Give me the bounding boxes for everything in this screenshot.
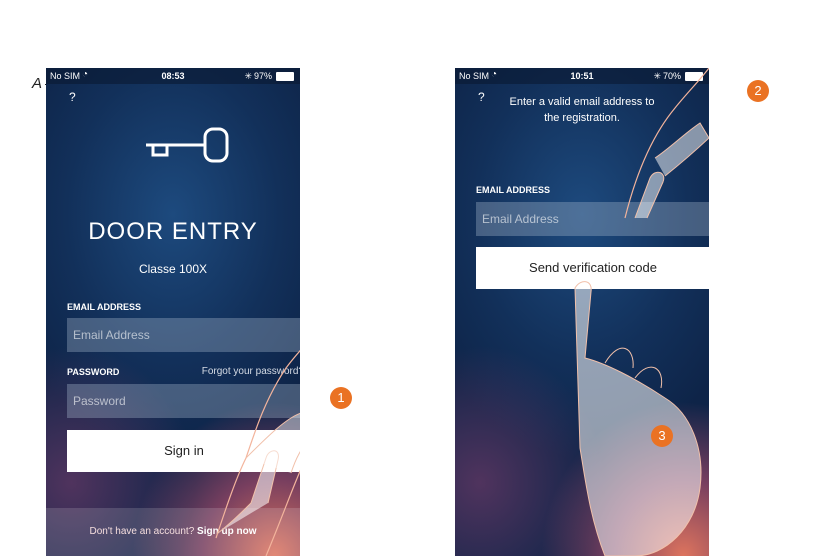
callout-label-a: A	[32, 75, 43, 92]
key-icon	[146, 127, 229, 163]
battery-percent: 97%	[253, 71, 272, 81]
registration-screen: No SIM ◔ 10:51 ✳ 70% ? Enter a valid ema…	[455, 68, 709, 556]
pointing-hand-icon	[624, 68, 709, 219]
status-bar: No SIM ◔ 08:53 ✳ 97%	[46, 68, 300, 84]
battery-icon	[276, 72, 294, 81]
email-label: EMAIL ADDRESS	[476, 185, 551, 195]
bluetooth-icon: ✳	[244, 71, 252, 81]
app-title: DOOR ENTRY	[88, 218, 258, 245]
password-label: PASSWORD	[67, 367, 120, 377]
login-screen: No SIM ◔ 08:53 ✳ 97% ? DOOR ENTRY Classe…	[46, 68, 300, 556]
app-subtitle: Classe 100X	[138, 262, 208, 276]
email-label: EMAIL ADDRESS	[67, 302, 142, 312]
step-badge-3: 3	[651, 425, 673, 447]
help-button[interactable]: ?	[69, 90, 76, 104]
signup-prompt: Don't have an account?	[89, 526, 195, 537]
step-badge-2: 2	[747, 80, 769, 102]
pointing-hand-icon	[215, 349, 300, 556]
step-badge-1: 1	[330, 387, 352, 409]
pointing-hand-icon	[574, 281, 702, 556]
